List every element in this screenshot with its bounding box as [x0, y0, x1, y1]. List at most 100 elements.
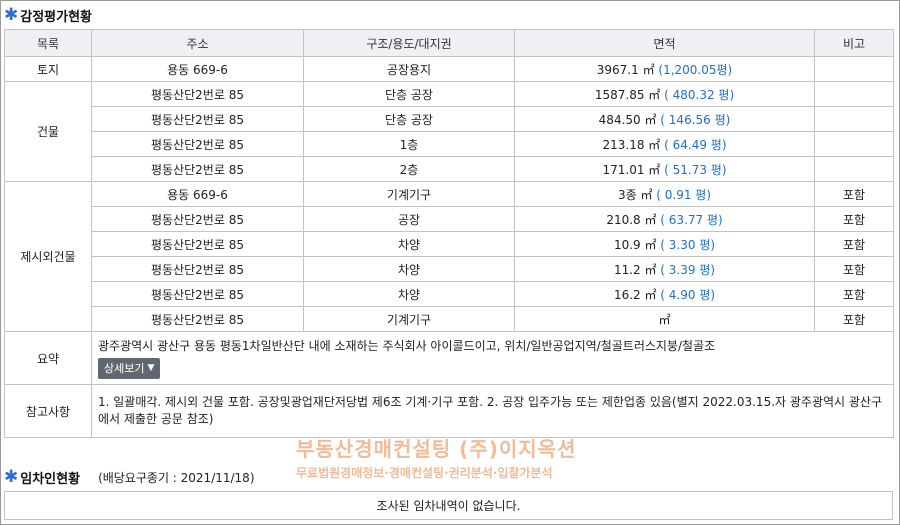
category-land: 토지: [4, 56, 92, 82]
address-cell: 평동산단2번로 85: [91, 131, 304, 157]
area-sqm: 16.2 ㎡: [613, 287, 661, 302]
tenant-deadline: (배당요구종기 : 2021/11/18): [98, 470, 255, 485]
tenant-section-header: ✱ 임차인현황 (배당요구종기 : 2021/11/18): [4, 466, 255, 487]
table-header-row: 목록 주소 구조/용도/대지권 면적 비고: [4, 29, 894, 57]
area-sqm: 484.50 ㎡: [598, 112, 661, 127]
address-cell: 평동산단2번로 85: [91, 156, 304, 182]
star-icon: ✱: [4, 4, 19, 25]
address-cell: 평동산단2번로 85: [91, 306, 304, 332]
area-sqm: 1587.85 ㎡: [594, 87, 665, 102]
note-cell: [814, 81, 894, 107]
structure-cell: 공장용지: [303, 56, 515, 82]
table-row: 평동산단2번로 85 차양 16.2 ㎡ ( 4.90 평) 포함: [5, 281, 894, 307]
area-sqm: ㎡: [658, 312, 671, 327]
header-structure: 구조/용도/대지권: [303, 29, 515, 57]
note-cell: 포함: [814, 231, 894, 257]
table-row: 평동산단2번로 85 공장 210.8 ㎡ ( 63.77 평) 포함: [5, 206, 894, 232]
address-cell: 평동산단2번로 85: [91, 281, 304, 307]
structure-cell: 차양: [303, 281, 515, 307]
appraisal-section-header: ✱ 감정평가현황: [4, 4, 93, 25]
area-cell: 1587.85 ㎡ ( 480.32 평): [514, 81, 815, 107]
structure-cell: 기계기구: [303, 306, 515, 332]
structure-cell: 1층: [303, 131, 515, 157]
table-row: 평동산단2번로 85 차양 11.2 ㎡ ( 3.39 평) 포함: [5, 256, 894, 282]
star-icon: ✱: [4, 466, 19, 487]
table-row: 평동산단2번로 85 1층 213.18 ㎡ ( 64.49 평): [5, 131, 894, 157]
area-pyeong: ( 3.30 평): [660, 237, 716, 252]
summary-cell: 광주광역시 광산구 용동 평동1차일반산단 내에 소재하는 주식회사 아이콜드이…: [91, 331, 894, 385]
note-cell: 포함: [814, 256, 894, 282]
table-row: 토지 용동 669-6 공장용지 3967.1 ㎡ (1,200.05평): [4, 56, 894, 82]
area-pyeong: ( 63.77 평): [660, 212, 723, 227]
area-cell: 10.9 ㎡ ( 3.30 평): [514, 231, 815, 257]
area-sqm: 213.18 ㎡: [602, 137, 665, 152]
structure-cell: 차양: [303, 256, 515, 282]
note-cell: 포함: [814, 206, 894, 232]
area-sqm: 3종 ㎡: [617, 187, 657, 202]
address-cell: 용동 669-6: [91, 181, 304, 207]
appraisal-title: 감정평가현황: [20, 9, 93, 25]
header-area: 면적: [514, 29, 815, 57]
table-row: 평동산단2번로 85 기계기구 ㎡ 포함: [5, 306, 894, 332]
summary-text: 광주광역시 광산구 용동 평동1차일반산단 내에 소재하는 주식회사 아이콜드이…: [98, 338, 716, 353]
area-cell: 16.2 ㎡ ( 4.90 평): [514, 281, 815, 307]
note-cell: [814, 131, 894, 157]
area-cell: 171.01 ㎡ ( 51.73 평): [514, 156, 815, 182]
area-cell: 11.2 ㎡ ( 3.39 평): [514, 256, 815, 282]
area-cell: 3967.1 ㎡ (1,200.05평): [514, 56, 815, 82]
area-cell: ㎡: [514, 306, 815, 332]
address-cell: 용동 669-6: [91, 56, 304, 82]
table-row: 건물 평동산단2번로 85 단층 공장 1587.85 ㎡ ( 480.32 평…: [4, 81, 894, 182]
tenant-empty-box: 조사된 임차내역이 없습니다.: [4, 491, 893, 520]
area-pyeong: ( 3.39 평): [660, 262, 716, 277]
area-sqm: 11.2 ㎡: [613, 262, 661, 277]
header-category: 목록: [4, 29, 92, 57]
area-sqm: 171.01 ㎡: [602, 162, 665, 177]
caret-down-icon: ▼: [147, 362, 155, 373]
area-cell: 3종 ㎡ ( 0.91 평): [514, 181, 815, 207]
structure-cell: 2층: [303, 156, 515, 182]
detail-view-label: 상세보기: [104, 361, 145, 375]
area-cell: 213.18 ㎡ ( 64.49 평): [514, 131, 815, 157]
area-cell: 484.50 ㎡ ( 146.56 평): [514, 106, 815, 132]
appraisal-table: 목록 주소 구조/용도/대지권 면적 비고 토지 용동 669-6 공장용지 3…: [4, 29, 894, 438]
area-pyeong: (1,200.05평): [658, 62, 733, 77]
address-cell: 평동산단2번로 85: [91, 81, 304, 107]
reference-row: 참고사항 1. 일괄매각. 제시외 건물 포함. 공장및광업재단저당법 제6조 …: [4, 384, 894, 438]
table-row: 평동산단2번로 85 단층 공장 484.50 ㎡ ( 146.56 평): [5, 106, 894, 132]
category-building: 건물: [4, 81, 92, 182]
area-sqm: 210.8 ㎡: [606, 212, 661, 227]
note-cell: 포함: [814, 181, 894, 207]
table-row: 평동산단2번로 85 2층 171.01 ㎡ ( 51.73 평): [5, 156, 894, 182]
note-cell: [814, 156, 894, 182]
note-cell: [814, 56, 894, 82]
tenant-empty-message: 조사된 임차내역이 없습니다.: [376, 499, 521, 513]
address-cell: 평동산단2번로 85: [91, 206, 304, 232]
address-cell: 평동산단2번로 85: [91, 106, 304, 132]
table-row: 평동산단2번로 85 차양 10.9 ㎡ ( 3.30 평) 포함: [5, 231, 894, 257]
note-cell: 포함: [814, 281, 894, 307]
summary-row: 요약 광주광역시 광산구 용동 평동1차일반산단 내에 소재하는 주식회사 아이…: [4, 331, 894, 385]
area-sqm: 3967.1 ㎡: [596, 62, 659, 77]
area-sqm: 10.9 ㎡: [613, 237, 661, 252]
table-row: 제시외건물 용동 669-6 기계기구 3종 ㎡ ( 0.91 평) 포함: [4, 181, 894, 332]
note-cell: 포함: [814, 306, 894, 332]
area-cell: 210.8 ㎡ ( 63.77 평): [514, 206, 815, 232]
detail-view-button[interactable]: 상세보기 ▼: [98, 357, 161, 379]
reference-text: 1. 일괄매각. 제시외 건물 포함. 공장및광업재단저당법 제6조 기계·기구…: [91, 384, 894, 438]
structure-cell: 차양: [303, 231, 515, 257]
structure-cell: 기계기구: [303, 181, 515, 207]
area-pyeong: ( 146.56 평): [660, 112, 731, 127]
area-pyeong: ( 4.90 평): [660, 287, 716, 302]
address-cell: 평동산단2번로 85: [91, 256, 304, 282]
area-pyeong: ( 51.73 평): [664, 162, 727, 177]
header-address: 주소: [91, 29, 304, 57]
header-note: 비고: [814, 29, 894, 57]
area-pyeong: ( 64.49 평): [664, 137, 727, 152]
note-cell: [814, 106, 894, 132]
address-cell: 평동산단2번로 85: [91, 231, 304, 257]
structure-cell: 단층 공장: [303, 81, 515, 107]
category-extra-building: 제시외건물: [4, 181, 92, 332]
reference-label: 참고사항: [4, 384, 92, 438]
area-pyeong: ( 0.91 평): [656, 187, 712, 202]
